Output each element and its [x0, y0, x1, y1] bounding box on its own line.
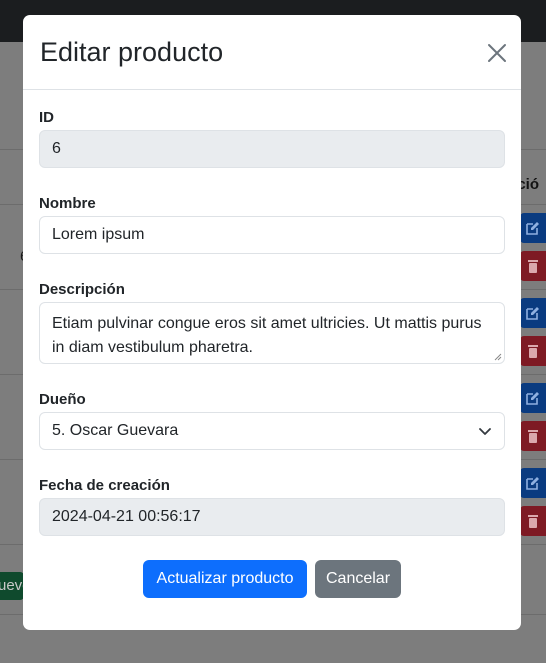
edit-icon	[526, 307, 539, 320]
descripcion-textarea[interactable]: Etiam pulvinar congue eros sit amet ultr…	[39, 302, 505, 364]
trash-icon	[528, 260, 538, 273]
id-field: 6	[39, 130, 505, 168]
edit-button[interactable]	[520, 383, 546, 413]
edit-product-modal: Editar producto ID 6 Nombre Lorem ipsum …	[23, 15, 521, 630]
trash-icon	[528, 345, 538, 358]
dueno-selected-value: 5. Oscar Guevara	[52, 422, 179, 439]
edit-icon	[526, 392, 539, 405]
new-product-button[interactable]: ueve	[0, 572, 24, 600]
nombre-input[interactable]: Lorem ipsum	[39, 216, 505, 254]
edit-icon	[526, 222, 539, 235]
delete-button[interactable]	[520, 421, 546, 451]
modal-header: Editar producto	[23, 15, 521, 90]
edit-button[interactable]	[520, 468, 546, 498]
fecha-label: Fecha de creación	[39, 477, 170, 494]
edit-icon	[526, 477, 539, 490]
delete-button[interactable]	[520, 336, 546, 366]
edit-button[interactable]	[520, 298, 546, 328]
descripcion-label: Descripción	[39, 281, 125, 298]
fecha-field: 2024-04-21 00:56:17	[39, 498, 505, 536]
update-product-button[interactable]: Actualizar producto	[143, 560, 307, 598]
nombre-label: Nombre	[39, 195, 96, 212]
dueno-select[interactable]: 5. Oscar Guevara	[39, 412, 505, 450]
dueno-label: Dueño	[39, 391, 86, 408]
modal-title: Editar producto	[40, 37, 224, 67]
descripcion-text: Etiam pulvinar congue eros sit amet ultr…	[52, 315, 482, 356]
delete-button[interactable]	[520, 506, 546, 536]
close-icon	[488, 44, 506, 62]
trash-icon	[528, 515, 538, 528]
edit-button[interactable]	[520, 213, 546, 243]
id-label: ID	[39, 109, 54, 126]
resize-grip-icon[interactable]	[494, 353, 502, 361]
delete-button[interactable]	[520, 251, 546, 281]
cancel-button[interactable]: Cancelar	[315, 560, 401, 598]
close-button[interactable]	[485, 41, 509, 65]
chevron-down-icon	[479, 428, 491, 435]
trash-icon	[528, 430, 538, 443]
